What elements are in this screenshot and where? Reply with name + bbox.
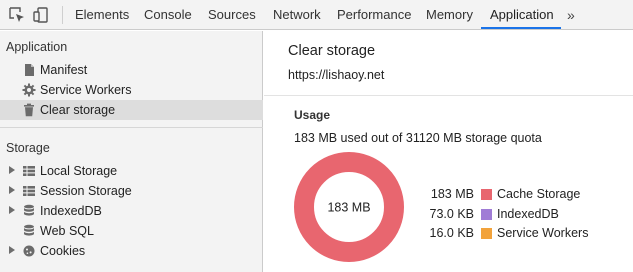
inspect-element-icon[interactable] (8, 6, 26, 24)
legend-label: IndexedDB (497, 207, 559, 221)
usage-donut-chart: 183 MB (293, 151, 405, 263)
sidebar-item-clear-storage[interactable]: Clear storage (0, 100, 263, 120)
legend-value: 16.0 KB (429, 226, 474, 240)
devtools-toolbar: Elements Console Sources Network Perform… (0, 0, 633, 30)
legend-label: Service Workers (497, 226, 589, 240)
expand-arrow-icon[interactable] (9, 166, 15, 174)
legend-value: 183 MB (430, 187, 474, 201)
tab-performance[interactable]: Performance (337, 0, 411, 30)
sidebar-item-service-workers[interactable]: Service Workers (0, 80, 263, 100)
donut-center-label: 183 MB (327, 201, 370, 215)
usage-summary: 183 MB used out of 31120 MB storage quot… (294, 131, 542, 145)
more-tabs-button[interactable]: » (567, 0, 575, 30)
tab-network[interactable]: Network (273, 0, 321, 30)
sidebar-item-label: Manifest (40, 63, 88, 77)
expand-arrow-icon[interactable] (9, 186, 15, 194)
sidebar-item-label: Session Storage (40, 184, 132, 198)
legend-swatch (481, 189, 492, 200)
section-divider (264, 95, 633, 96)
sidebar-item-label: Local Storage (40, 164, 118, 178)
legend-row-service-workers: 16.0 KB Service Workers (410, 225, 630, 241)
database-icon (22, 204, 36, 218)
usage-heading: Usage (294, 108, 331, 122)
expand-arrow-icon[interactable] (9, 246, 15, 254)
trash-icon (22, 103, 36, 117)
database-icon (22, 224, 36, 238)
sidebar: Application Manifest Service Workers Cle… (0, 31, 263, 272)
tab-elements[interactable]: Elements (75, 0, 129, 30)
sidebar-item-label: Service Workers (40, 83, 132, 97)
sidebar-item-manifest[interactable]: Manifest (0, 60, 263, 80)
legend-swatch (481, 209, 492, 220)
sidebar-item-label: Cookies (40, 244, 86, 258)
tab-sources[interactable]: Sources (208, 0, 256, 30)
document-icon (22, 63, 36, 77)
cookie-icon (22, 244, 36, 258)
section-divider (0, 127, 263, 128)
sidebar-item-label: Web SQL (40, 224, 94, 238)
toolbar-divider (62, 6, 63, 24)
legend-value: 73.0 KB (429, 207, 474, 221)
device-toolbar-icon[interactable] (32, 6, 50, 24)
origin-url: https://lishaoy.net (288, 68, 385, 82)
sidebar-item-cookies[interactable]: Cookies (0, 241, 263, 261)
active-tab-indicator (481, 27, 561, 29)
legend-row-indexeddb: 73.0 KB IndexedDB (410, 206, 630, 222)
clear-storage-panel: Clear storage https://lishaoy.net Usage … (264, 31, 633, 272)
legend-swatch (481, 228, 492, 239)
gear-icon (22, 83, 36, 97)
sidebar-item-web-sql[interactable]: Web SQL (0, 221, 263, 241)
legend-label: Cache Storage (497, 187, 581, 201)
section-header-storage: Storage (6, 141, 50, 155)
sidebar-item-local-storage[interactable]: Local Storage (0, 161, 263, 181)
section-header-application: Application (6, 40, 68, 54)
legend-row-cache-storage: 183 MB Cache Storage (410, 186, 630, 202)
sidebar-item-indexeddb[interactable]: IndexedDB (0, 201, 263, 221)
grid-icon (22, 184, 36, 198)
sidebar-item-label: Clear storage (40, 103, 116, 117)
sidebar-item-label: IndexedDB (40, 204, 102, 218)
tab-application[interactable]: Application (490, 0, 554, 30)
page-title: Clear storage (288, 43, 376, 59)
expand-arrow-icon[interactable] (9, 206, 15, 214)
sidebar-item-session-storage[interactable]: Session Storage (0, 181, 263, 201)
grid-icon (22, 164, 36, 178)
tab-console[interactable]: Console (144, 0, 192, 30)
tab-memory[interactable]: Memory (426, 0, 473, 30)
